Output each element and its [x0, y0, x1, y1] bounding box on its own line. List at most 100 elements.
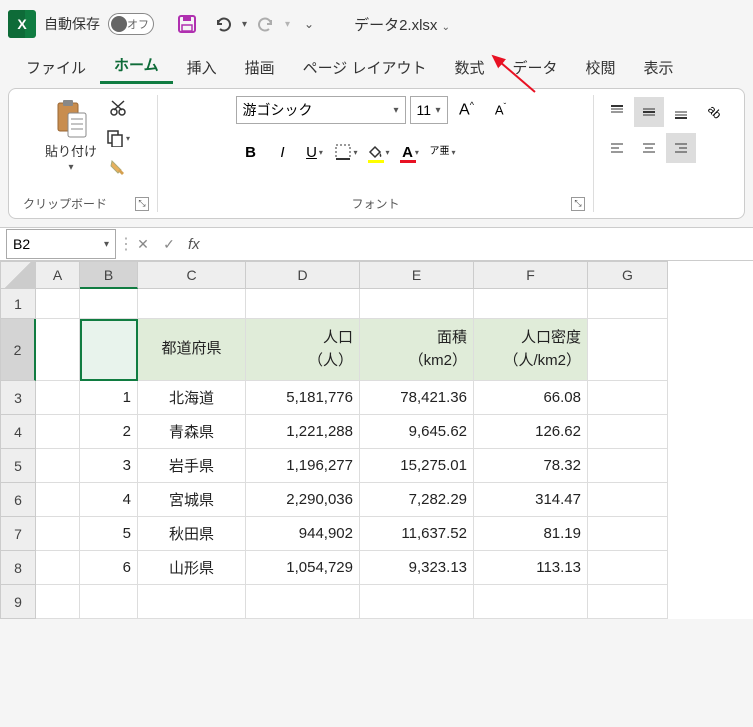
- decrease-font-button[interactable]: Aˇ: [486, 95, 516, 125]
- align-top-button[interactable]: [602, 97, 632, 127]
- cell-header-pop[interactable]: 人口 （人）: [246, 319, 360, 381]
- formula-input[interactable]: [206, 230, 753, 258]
- cell-pop[interactable]: 1,221,288: [246, 415, 360, 449]
- cell[interactable]: [588, 517, 668, 551]
- cell-num[interactable]: 4: [80, 483, 138, 517]
- tab-insert[interactable]: 挿入: [173, 51, 231, 84]
- cell[interactable]: [588, 585, 668, 619]
- qat-customize-button[interactable]: ⌄: [292, 9, 326, 39]
- cell-area[interactable]: 15,275.01: [360, 449, 474, 483]
- cell[interactable]: [36, 381, 80, 415]
- cell[interactable]: [36, 289, 80, 319]
- col-header-D[interactable]: D: [246, 261, 360, 289]
- cell-dens[interactable]: 78.32: [474, 449, 588, 483]
- cell-area[interactable]: 9,645.62: [360, 415, 474, 449]
- cell[interactable]: [360, 289, 474, 319]
- cell[interactable]: [246, 289, 360, 319]
- cell-dens[interactable]: 126.62: [474, 415, 588, 449]
- cut-button[interactable]: [105, 95, 131, 121]
- enter-formula-button[interactable]: ✓: [156, 231, 182, 257]
- cell[interactable]: [588, 381, 668, 415]
- cell-pref[interactable]: 山形県: [138, 551, 246, 585]
- cell[interactable]: [588, 483, 668, 517]
- borders-button[interactable]: ▾: [332, 137, 362, 167]
- cell-pref[interactable]: 秋田県: [138, 517, 246, 551]
- cell-num[interactable]: 1: [80, 381, 138, 415]
- cell-pref[interactable]: 青森県: [138, 415, 246, 449]
- col-header-E[interactable]: E: [360, 261, 474, 289]
- cell-pop[interactable]: 1,196,277: [246, 449, 360, 483]
- font-color-button[interactable]: A▾: [396, 137, 426, 167]
- name-box[interactable]: B2 ▾: [6, 229, 116, 259]
- cancel-formula-button[interactable]: ✕: [130, 231, 156, 257]
- clipboard-launcher[interactable]: ⤡: [135, 197, 149, 211]
- align-center-button[interactable]: [634, 133, 664, 163]
- font-size-combo[interactable]: 11▾: [410, 96, 448, 124]
- cell[interactable]: [36, 585, 80, 619]
- tab-page-layout[interactable]: ページ レイアウト: [289, 51, 441, 84]
- tab-file[interactable]: ファイル: [12, 51, 100, 84]
- cell[interactable]: [36, 449, 80, 483]
- col-header-F[interactable]: F: [474, 261, 588, 289]
- align-right-button[interactable]: [666, 133, 696, 163]
- cell-pop[interactable]: 2,290,036: [246, 483, 360, 517]
- autosave-toggle[interactable]: オフ: [108, 13, 154, 35]
- bold-button[interactable]: B: [236, 137, 266, 167]
- font-name-combo[interactable]: 游ゴシック▾: [236, 96, 406, 124]
- cell-header-area[interactable]: 面積 （km2）: [360, 319, 474, 381]
- cell[interactable]: [138, 585, 246, 619]
- cell[interactable]: [36, 415, 80, 449]
- cell[interactable]: [80, 585, 138, 619]
- tab-draw[interactable]: 描画: [231, 51, 289, 84]
- redo-button[interactable]: [249, 9, 283, 39]
- select-all-corner[interactable]: [0, 261, 36, 289]
- cell-header-pref[interactable]: 都道府県: [138, 319, 246, 381]
- row-header-6[interactable]: 6: [0, 483, 36, 517]
- cell-dens[interactable]: 81.19: [474, 517, 588, 551]
- cell-B2-selected[interactable]: [80, 319, 138, 381]
- cell-area[interactable]: 7,282.29: [360, 483, 474, 517]
- orientation-button[interactable]: ab: [700, 97, 730, 127]
- cell[interactable]: [474, 289, 588, 319]
- tab-home[interactable]: ホーム: [100, 48, 173, 84]
- underline-button[interactable]: U▾: [300, 137, 330, 167]
- undo-button[interactable]: [206, 9, 240, 39]
- cell[interactable]: [588, 551, 668, 585]
- cell[interactable]: [588, 289, 668, 319]
- cell[interactable]: [474, 585, 588, 619]
- row-header-4[interactable]: 4: [0, 415, 36, 449]
- tab-formulas[interactable]: 数式: [440, 51, 498, 84]
- cell[interactable]: [588, 449, 668, 483]
- row-header-7[interactable]: 7: [0, 517, 36, 551]
- align-left-button[interactable]: [602, 133, 632, 163]
- row-header-5[interactable]: 5: [0, 449, 36, 483]
- cell-area[interactable]: 9,323.13: [360, 551, 474, 585]
- cell-dens[interactable]: 113.13: [474, 551, 588, 585]
- cell[interactable]: [360, 585, 474, 619]
- cell[interactable]: [588, 319, 668, 381]
- increase-font-button[interactable]: A^: [452, 95, 482, 125]
- col-header-B[interactable]: B: [80, 261, 138, 289]
- cell[interactable]: [36, 517, 80, 551]
- row-header-1[interactable]: 1: [0, 289, 36, 319]
- cell-pref[interactable]: 宮城県: [138, 483, 246, 517]
- row-header-8[interactable]: 8: [0, 551, 36, 585]
- cell-area[interactable]: 78,421.36: [360, 381, 474, 415]
- redo-dropdown-icon[interactable]: ▾: [285, 19, 290, 30]
- save-button[interactable]: [170, 9, 204, 39]
- tab-data[interactable]: データ: [499, 51, 572, 84]
- cell-num[interactable]: 5: [80, 517, 138, 551]
- cell[interactable]: [588, 415, 668, 449]
- cell-pref[interactable]: 岩手県: [138, 449, 246, 483]
- fx-icon[interactable]: fx: [182, 236, 206, 253]
- cell[interactable]: [36, 319, 80, 381]
- phonetic-button[interactable]: ア亜▾: [428, 137, 458, 167]
- tab-view[interactable]: 表示: [630, 51, 688, 84]
- cell-area[interactable]: 11,637.52: [360, 517, 474, 551]
- cell-num[interactable]: 6: [80, 551, 138, 585]
- align-bottom-button[interactable]: [666, 97, 696, 127]
- cell[interactable]: [138, 289, 246, 319]
- undo-dropdown-icon[interactable]: ▾: [242, 19, 247, 30]
- paste-button[interactable]: 貼り付け ▾: [41, 95, 101, 177]
- cell-pop[interactable]: 5,181,776: [246, 381, 360, 415]
